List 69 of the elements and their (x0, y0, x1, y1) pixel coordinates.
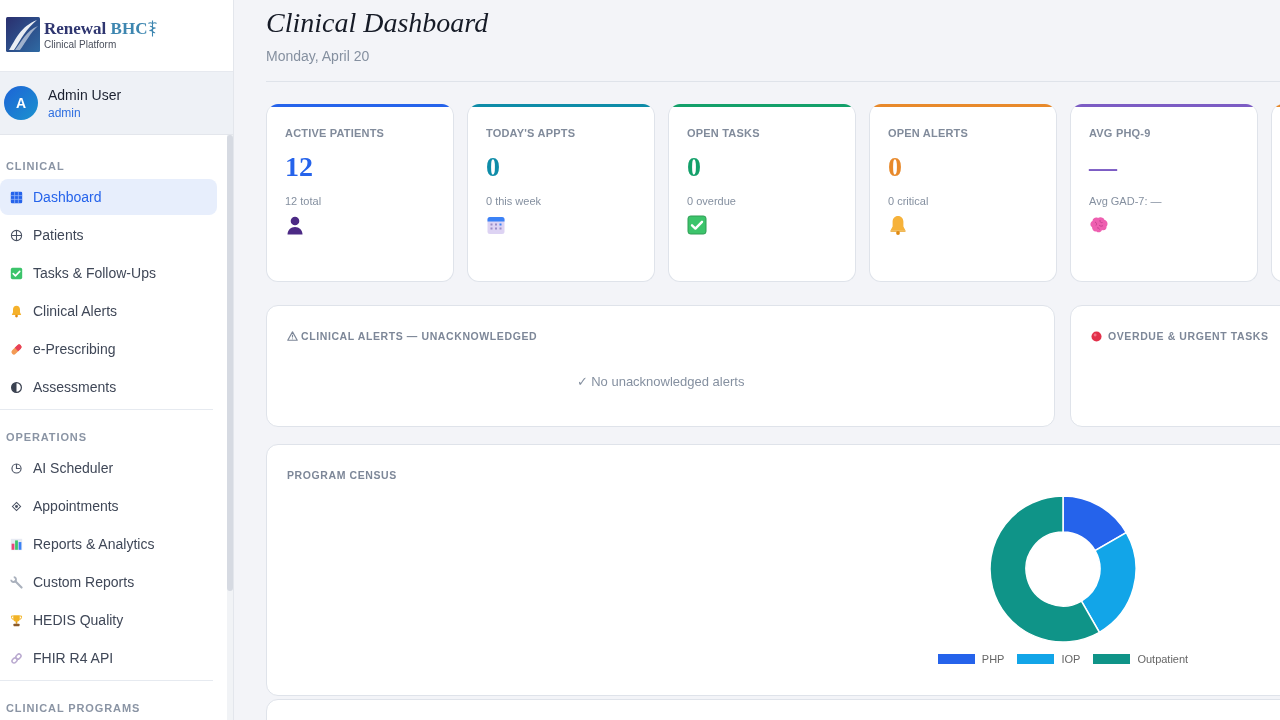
clock-icon (10, 461, 23, 475)
stat-subtext: Avg GAD-7: — (1089, 194, 1163, 208)
page-date: Monday, April 20 (266, 47, 371, 66)
stat-label: TODAY'S APPTS (486, 127, 577, 139)
stat-value: 12 (285, 150, 314, 184)
nav-item[interactable]: e-Prescribing (0, 331, 217, 367)
stat-value: 0 (687, 150, 702, 184)
caduceus-icon (148, 20, 158, 37)
link-icon (10, 651, 23, 665)
wrench-icon (10, 575, 23, 589)
diamond-icon (10, 499, 23, 513)
stat-label: OPEN ALERTS (888, 127, 970, 139)
grid-icon (10, 190, 23, 204)
checkbox-icon (687, 215, 707, 235)
nav-item[interactable]: Appointments (0, 488, 217, 524)
status-dot-icon (1091, 330, 1102, 342)
section-label: CLINICAL PROGRAMS (5, 701, 142, 715)
legend-label: PHP (981, 653, 1005, 665)
legend-swatch (1017, 654, 1055, 664)
nav-item[interactable]: Tasks & Follow-Ups (0, 255, 217, 291)
person-icon (285, 215, 305, 235)
stat-label: ACTIVE PATIENTS (285, 127, 386, 139)
pill-icon (10, 342, 23, 356)
nav-item[interactable]: Reports & Analytics (0, 526, 217, 562)
empty-message: ✓ No unacknowledged alerts (575, 374, 746, 390)
page-title: Clinical Dashboard (266, 6, 490, 40)
stat-subtext: 0 overdue (687, 194, 737, 208)
nav-item[interactable]: Custom Reports (0, 564, 217, 600)
stat-label: AVG PHQ-9 (1089, 127, 1152, 139)
panel-title: CLINICAL ALERTS — UNACKNOWLEDGED (301, 329, 538, 343)
user-name: Admin User (48, 86, 122, 103)
stat-value: — (1089, 150, 1119, 184)
avatar: A (4, 86, 38, 120)
calendar-icon (486, 215, 506, 235)
brand-name: Renewal BHC (44, 18, 148, 39)
nav-item[interactable]: Clinical Alerts (0, 293, 217, 329)
bar-chart-icon (10, 537, 23, 551)
section-label: CLINICAL (5, 159, 66, 173)
trophy-icon (10, 613, 23, 627)
stat-value: 0 (888, 150, 903, 184)
half-circle-icon (10, 380, 23, 394)
stat-value: 0 (486, 150, 501, 184)
section-label: OPERATIONS (5, 430, 88, 444)
bell-icon (888, 215, 908, 235)
stat-label: OPEN TASKS (687, 127, 761, 139)
stat-subtext: 0 this week (486, 194, 543, 208)
warning-icon (287, 331, 298, 341)
legend-swatch (1093, 654, 1131, 664)
nav-item[interactable]: Dashboard (0, 179, 217, 215)
user-role: admin (48, 105, 82, 120)
circled-plus-icon (10, 228, 23, 242)
nav-item[interactable]: Patients (0, 217, 217, 253)
logo-icon (6, 17, 40, 52)
nav-item[interactable]: AI Scheduler (0, 450, 217, 486)
brand-tagline: Clinical Platform (44, 38, 118, 51)
legend-label: IOP (1061, 653, 1081, 665)
legend-swatch (937, 654, 975, 664)
panel-title: OVERDUE & URGENT TASKS (1108, 329, 1269, 343)
checkbox-icon (10, 266, 23, 280)
brain-icon (1089, 215, 1109, 235)
panel-title: PROGRAM CENSUS (287, 468, 397, 482)
stat-subtext: 12 total (285, 194, 323, 208)
scrollbar-thumb[interactable] (227, 135, 233, 591)
stat-subtext: 0 critical (888, 194, 930, 208)
legend-label: Outpatient (1137, 653, 1189, 665)
nav-item[interactable]: HEDIS Quality (0, 602, 217, 638)
bell-icon (10, 304, 23, 318)
nav-item[interactable]: Assessments (0, 369, 217, 405)
nav-item[interactable]: FHIR R4 API (0, 640, 217, 676)
